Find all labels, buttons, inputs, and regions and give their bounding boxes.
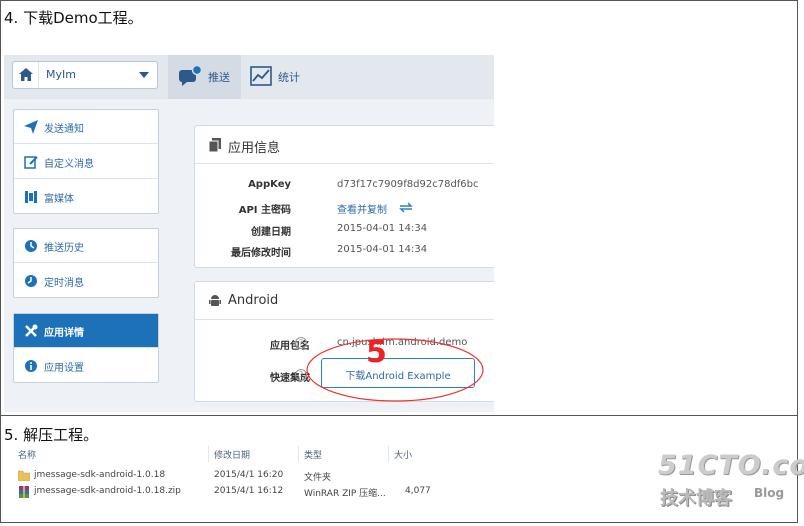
row-key: API 主密码 [238, 205, 291, 216]
column-header-type[interactable]: 类型 [304, 448, 322, 461]
line-chart-icon [250, 66, 272, 86]
step-5-title: 5. 解压工程。 [4, 426, 99, 444]
android-icon [209, 295, 221, 306]
file-size: 4,077 [405, 486, 431, 496]
file-explorer: 名称 修改日期 类型 大小 jmessage-sdk-android-1.0.1… [14, 444, 431, 520]
info-icon [25, 360, 37, 372]
file-type: WinRAR ZIP 压缩... [304, 489, 386, 499]
tab-push[interactable]: 推送 [168, 55, 241, 99]
home-icon[interactable] [13, 62, 39, 88]
modified-date-value: 2015-04-01 14:34 [337, 244, 428, 255]
menu-group-send: 发送通知 自定义消息 富媒体 [13, 109, 159, 214]
android-title: Android [228, 293, 279, 308]
top-bar: MyIm 推送 统计 [4, 55, 494, 99]
column-header-size[interactable]: 大小 [394, 448, 412, 461]
menu-item-label: 应用详情 [44, 328, 84, 339]
appkey-value: d73f17c7909f8d92c78df6bc [337, 179, 479, 190]
refresh-icon[interactable] [398, 201, 414, 214]
tab-stats[interactable]: 统计 [241, 55, 311, 99]
document-icon [209, 138, 221, 152]
row-key: AppKey [248, 179, 291, 190]
tab-push-label: 推送 [208, 71, 230, 84]
menu-item-push-history[interactable]: 推送历史 [14, 229, 158, 263]
annotation-number: 5 [366, 335, 387, 370]
tools-icon [25, 324, 38, 337]
menu-item-send-notification[interactable]: 发送通知 [14, 110, 158, 144]
row-key: 创建日期 [251, 227, 291, 238]
menu-item-label: 富媒体 [44, 194, 74, 205]
created-date-row: 创建日期 2015-04-01 14:34 [195, 220, 494, 240]
menu-group-history: 推送历史 定时消息 [13, 228, 159, 298]
history-icon [25, 240, 37, 252]
app-info-title: 应用信息 [228, 141, 281, 156]
app-name: MyIm [46, 68, 76, 81]
appkey-row: AppKey d73f17c7909f8d92c78df6bc [195, 176, 494, 196]
created-date-value: 2015-04-01 14:34 [337, 223, 428, 234]
app-info-panel: 应用信息 AppKey d73f17c7909f8d92c78df6bc API… [194, 125, 494, 268]
watermark-blog: Blog [754, 486, 785, 500]
chat-bubble-icon [179, 65, 202, 86]
menu-item-scheduled-message[interactable]: 定时消息 [14, 264, 158, 298]
column-separator [388, 446, 389, 462]
watermark-sub: 技术博客 [660, 488, 732, 509]
menu-item-custom-message[interactable]: 自定义消息 [14, 145, 158, 179]
android-header: Android [195, 282, 494, 320]
menu-item-label: 定时消息 [44, 278, 84, 289]
menu-item-app-details[interactable]: 应用详情 [14, 314, 158, 348]
film-icon [25, 191, 37, 203]
file-name: jmessage-sdk-android-1.0.18.zip [34, 486, 181, 496]
row-key: 最后修改时间 [231, 248, 291, 259]
menu-group-app: 应用详情 应用设置 [13, 313, 159, 383]
column-separator [298, 446, 299, 462]
watermark-site: 51CTO.com [658, 450, 804, 481]
file-type: 文件夹 [304, 473, 332, 483]
step-4-title: 4. 下载Demo工程。 [4, 9, 143, 27]
section-divider [0, 415, 798, 416]
app-info-header: 应用信息 [195, 126, 494, 164]
column-header-modified[interactable]: 修改日期 [214, 448, 250, 461]
clock-icon [25, 275, 37, 287]
file-name: jmessage-sdk-android-1.0.18 [34, 470, 166, 480]
paper-plane-icon [24, 120, 38, 134]
menu-item-label: 自定义消息 [44, 159, 94, 170]
column-separator [208, 446, 209, 462]
column-header-name[interactable]: 名称 [18, 448, 36, 461]
file-row[interactable]: jmessage-sdk-android-1.0.18 2015/4/1 16:… [14, 468, 430, 484]
menu-item-label: 应用设置 [44, 363, 84, 374]
winrar-archive-icon [19, 486, 29, 498]
red-circle-annotation: 5 [306, 335, 484, 402]
menu-item-label: 发送通知 [44, 124, 84, 135]
watermark-logo: 51CTO.com 技术博客 Blog [658, 450, 804, 510]
menu-item-app-settings[interactable]: 应用设置 [14, 349, 158, 383]
file-row[interactable]: jmessage-sdk-android-1.0.18.zip 2015/4/1… [14, 484, 431, 500]
app-selector[interactable]: MyIm [12, 61, 158, 89]
menu-item-rich-media[interactable]: 富媒体 [14, 180, 158, 214]
folder-icon [18, 470, 30, 481]
modified-date-row: 最后修改时间 2015-04-01 14:34 [195, 241, 494, 261]
file-modified: 2015/4/1 16:20 [214, 470, 284, 480]
view-copy-link[interactable]: 查看并复制 [337, 201, 387, 216]
file-modified: 2015/4/1 16:12 [214, 486, 284, 496]
menu-item-label: 推送历史 [44, 243, 84, 254]
edit-icon [24, 156, 38, 169]
tab-stats-label: 统计 [278, 71, 300, 84]
api-secret-row: API 主密码 查看并复制 [195, 198, 494, 218]
chevron-down-icon[interactable] [139, 72, 149, 78]
